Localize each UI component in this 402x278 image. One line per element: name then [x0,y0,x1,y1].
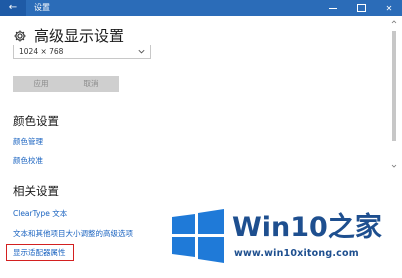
minimize-icon [329,7,337,9]
watermark-domain: www.win10xitong.com [234,248,359,259]
window-title: 设置 [34,3,50,12]
close-button[interactable]: ✕ [378,0,400,16]
close-icon: ✕ [385,3,393,13]
settings-window: ← 设置 ✕ 高级显示设置 1024 × 768 应用 取消 颜色设置 颜色管理… [0,0,402,278]
maximize-icon [356,4,366,12]
page-title: 高级显示设置 [34,27,125,45]
scrollbar[interactable] [391,19,397,169]
watermark-brand: Win10之家 [232,212,382,243]
color-management-link[interactable]: 颜色管理 [13,137,43,147]
chevron-down-icon [138,49,145,54]
back-button[interactable]: ← [0,0,26,16]
color-calibration-link[interactable]: 颜色校准 [13,156,43,166]
highlight-box [6,244,74,261]
advanced-sizing-link[interactable]: 文本和其他项目大小调整的高级选项 [13,229,133,239]
scroll-thumb[interactable] [392,31,396,141]
color-settings-heading: 颜色设置 [13,114,59,128]
title-bar: ← 设置 ✕ [0,0,402,16]
windows-logo-icon [172,209,224,263]
back-arrow-icon: ← [8,2,18,13]
cleartype-text-link[interactable]: ClearType 文本 [13,209,67,219]
maximize-button[interactable] [350,0,372,16]
apply-button[interactable]: 应用 [13,76,69,92]
related-settings-heading: 相关设置 [13,184,59,198]
scroll-up-arrow-icon[interactable] [391,19,397,25]
watermark: Win10之家 www.win10xitong.com [168,207,402,278]
resolution-dropdown[interactable]: 1024 × 768 [13,45,151,59]
gear-icon [14,30,26,42]
cancel-button[interactable]: 取消 [63,76,119,92]
minimize-button[interactable] [322,0,344,16]
resolution-value: 1024 × 768 [19,47,64,56]
scroll-down-arrow-icon[interactable] [391,163,397,169]
